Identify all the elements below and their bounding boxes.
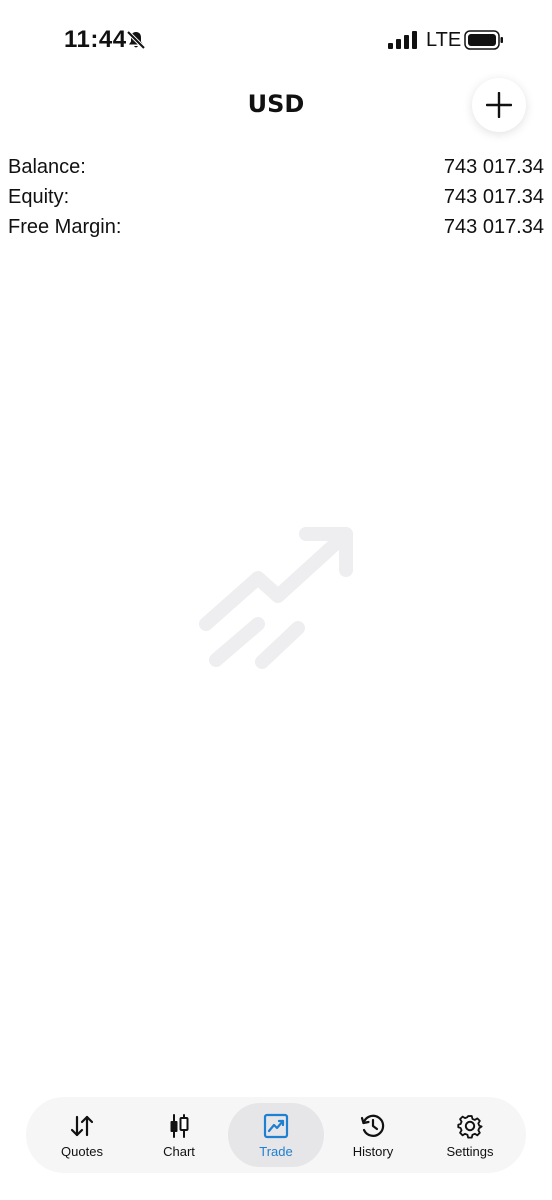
chart-icon	[170, 1113, 189, 1138]
tab-label: Chart	[163, 1143, 195, 1159]
status-time: 11:44	[64, 26, 127, 53]
tab-trade[interactable]: Trade	[228, 1103, 324, 1167]
trade-icon	[263, 1113, 289, 1138]
summary-row-equity: Equity: 743 017.34	[8, 182, 544, 212]
equity-label: Equity:	[8, 185, 70, 208]
free-margin-label: Free Margin:	[8, 215, 122, 238]
tab-settings[interactable]: Settings	[422, 1103, 518, 1167]
network-label: LTE	[426, 29, 462, 51]
tab-label: Trade	[259, 1143, 293, 1159]
tab-bar: Quotes Chart Trade History Settings	[26, 1097, 526, 1173]
summary-row-free-margin: Free Margin: 743 017.34	[8, 212, 544, 242]
battery-icon	[464, 30, 503, 50]
tab-chart[interactable]: Chart	[131, 1103, 227, 1167]
balance-value: 743 017.34	[443, 155, 544, 178]
signal-icon	[388, 31, 417, 49]
tab-label: History	[352, 1143, 394, 1159]
empty-trade-illustration-icon	[199, 527, 353, 669]
tab-label: Settings	[446, 1143, 494, 1159]
history-icon	[360, 1114, 385, 1137]
quotes-icon	[70, 1115, 94, 1136]
tab-history[interactable]: History	[325, 1103, 421, 1167]
free-margin-value: 743 017.34	[443, 215, 544, 238]
tab-quotes[interactable]: Quotes	[34, 1103, 130, 1167]
bell-muted-icon	[126, 30, 146, 50]
account-summary: Balance: 743 017.34 Equity: 743 017.34 F…	[8, 152, 544, 242]
summary-row-balance: Balance: 743 017.34	[8, 152, 544, 182]
add-button[interactable]	[472, 78, 526, 132]
settings-icon	[457, 1114, 483, 1139]
plus-icon	[486, 92, 512, 118]
page-title: USD	[247, 90, 305, 118]
status-bar: 11:44 LTE	[0, 0, 552, 80]
equity-value: 743 017.34	[443, 185, 544, 208]
balance-label: Balance:	[8, 155, 86, 178]
tab-label: Quotes	[61, 1143, 103, 1159]
